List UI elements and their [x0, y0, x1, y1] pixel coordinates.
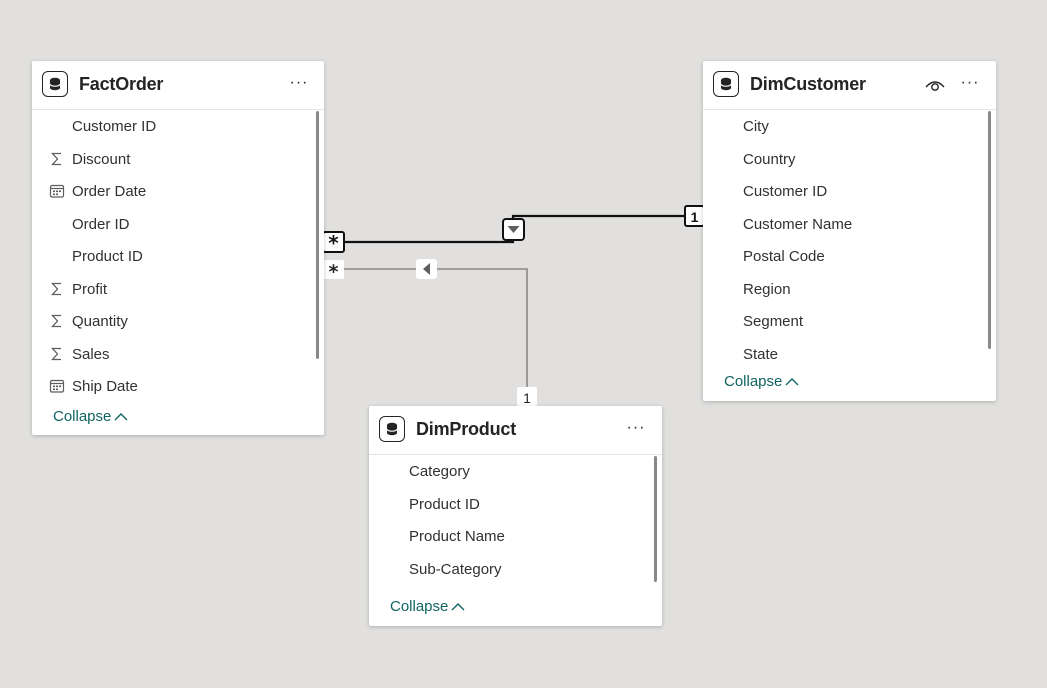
field-label: Postal Code	[743, 248, 825, 265]
field-row[interactable]: Product ID	[32, 241, 312, 274]
field-row[interactable]: City	[703, 111, 984, 144]
table-card-header[interactable]: DimCustomer ···	[703, 61, 996, 110]
calendar-icon	[49, 378, 65, 394]
table-card-dimproduct[interactable]: DimProduct ··· Category Product ID Product…	[369, 406, 662, 626]
relationship-one-label: 1	[691, 209, 699, 225]
field-row[interactable]: Country	[703, 144, 984, 177]
field-label: Order Date	[72, 183, 147, 200]
relationship-many-label: *	[328, 231, 339, 255]
table-card-dimcustomer[interactable]: DimCustomer ··· City Country Customer ID Cu…	[703, 61, 996, 401]
collapse-button[interactable]: Collapse	[390, 598, 465, 615]
field-row[interactable]: Sub-Category	[369, 554, 650, 587]
field-row[interactable]: Customer ID	[703, 176, 984, 209]
field-label: Country	[743, 150, 796, 168]
chevron-up-icon	[114, 408, 128, 425]
field-row[interactable]: Sales	[32, 339, 312, 372]
scrollbar[interactable]	[988, 111, 991, 349]
collapse-label: Collapse	[724, 373, 783, 390]
sigma-icon	[49, 313, 65, 329]
field-label: Product ID	[72, 248, 143, 265]
field-label: Profit	[72, 280, 108, 298]
table-icon	[42, 71, 68, 97]
calendar-icon	[49, 183, 65, 199]
field-row[interactable]: Category	[369, 456, 650, 489]
table-card-header[interactable]: DimProduct ···	[369, 406, 662, 455]
relationship-many-marker-customer[interactable]: *	[322, 231, 345, 255]
field-label: Discount	[72, 150, 131, 168]
scrollbar[interactable]	[654, 456, 657, 582]
field-row[interactable]: Product Name	[369, 521, 650, 554]
field-row[interactable]: Product ID	[369, 489, 650, 522]
table-card-factorder[interactable]: FactOrder ··· Customer ID Discount Order D…	[32, 61, 324, 435]
field-label: Quantity	[72, 313, 128, 330]
field-label: State	[743, 345, 779, 363]
field-row[interactable]: Discount	[32, 144, 312, 177]
field-label: Segment	[743, 313, 804, 330]
field-label: Sales	[72, 345, 110, 363]
relationship-one-marker-customer[interactable]: 1	[684, 205, 705, 227]
field-list[interactable]: Category Product ID Product Name Sub-Catego…	[369, 456, 650, 591]
sigma-icon	[49, 151, 65, 167]
relationship-many-marker-product[interactable]: *	[323, 260, 344, 283]
scrollbar[interactable]	[316, 111, 319, 359]
field-list[interactable]: City Country Customer ID Customer Name Posta…	[703, 111, 984, 364]
relationship-one-label: 1	[523, 390, 531, 406]
collapse-label: Collapse	[390, 598, 449, 615]
relationship-line-product[interactable]	[344, 268, 528, 390]
filter-direction-down-icon[interactable]	[502, 218, 525, 241]
table-icon	[379, 416, 405, 442]
table-title: DimCustomer	[750, 74, 866, 94]
field-label: Category	[409, 463, 470, 480]
field-row[interactable]: Order ID	[32, 209, 312, 242]
more-options-icon[interactable]: ···	[623, 417, 649, 441]
field-label: City	[743, 118, 769, 135]
field-row[interactable]: Region	[703, 274, 984, 307]
field-row[interactable]: State	[703, 339, 984, 365]
filter-direction-left-icon[interactable]	[416, 259, 437, 279]
field-label: Region	[743, 280, 791, 298]
more-options-icon[interactable]: ···	[286, 72, 312, 96]
table-title: FactOrder	[79, 74, 164, 94]
field-list[interactable]: Customer ID Discount Order Date Order ID Pro…	[32, 111, 312, 408]
field-row[interactable]: Ship Date	[32, 371, 312, 404]
field-label: Order ID	[72, 215, 130, 233]
collapse-button[interactable]: Collapse	[724, 373, 799, 390]
relationship-many-label: *	[329, 261, 339, 283]
sigma-icon	[49, 281, 65, 297]
table-title: DimProduct	[416, 419, 517, 439]
field-row[interactable]: Quantity	[32, 306, 312, 339]
field-label: Product ID	[409, 495, 480, 513]
field-row[interactable]: Order Date	[32, 176, 312, 209]
field-row[interactable]: Customer ID	[32, 111, 312, 144]
model-canvas[interactable]: * 1 * 1 FactOrder ··· Customer ID Discou…	[0, 0, 1047, 688]
table-card-header[interactable]: FactOrder ···	[32, 61, 324, 110]
eye-icon[interactable]	[924, 74, 946, 96]
field-label: Customer ID	[743, 183, 828, 200]
field-label: Customer ID	[72, 118, 157, 135]
table-icon	[713, 71, 739, 97]
field-row[interactable]: Customer Name	[703, 209, 984, 242]
collapse-label: Collapse	[53, 408, 112, 425]
field-row[interactable]: Profit	[32, 274, 312, 307]
field-row[interactable]: Segment	[703, 306, 984, 339]
field-label: Customer Name	[743, 215, 853, 233]
field-row[interactable]: Postal Code	[703, 241, 984, 274]
collapse-button[interactable]: Collapse	[53, 408, 128, 425]
field-label: Sub-Category	[409, 560, 502, 578]
chevron-up-icon	[451, 598, 465, 615]
sigma-icon	[49, 346, 65, 362]
field-label: Product Name	[409, 528, 505, 545]
chevron-up-icon	[785, 373, 799, 390]
more-options-icon[interactable]: ···	[957, 72, 983, 96]
field-label: Ship Date	[72, 378, 138, 395]
relationship-one-marker-product[interactable]: 1	[517, 387, 537, 406]
